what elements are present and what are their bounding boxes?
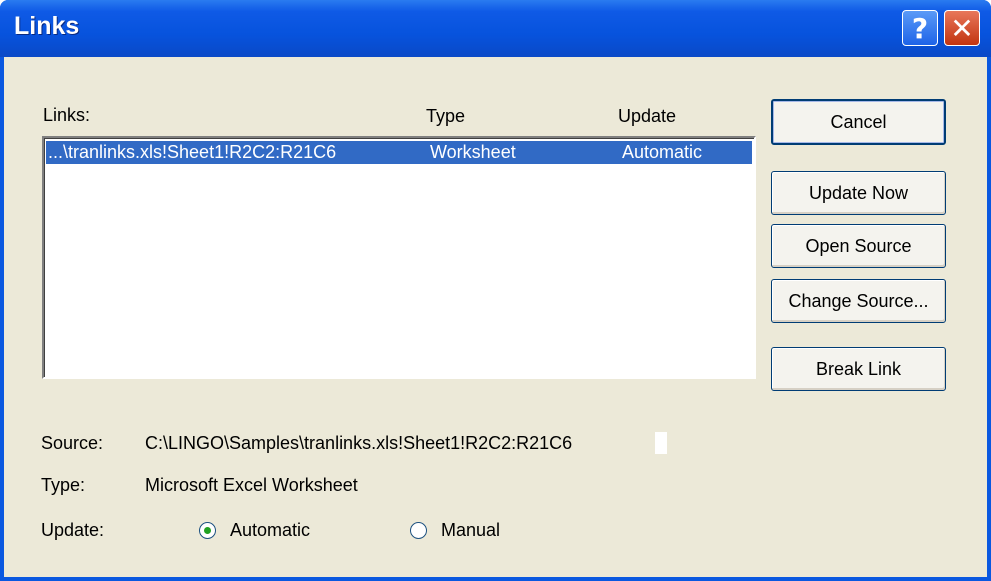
automatic-radio[interactable] xyxy=(199,522,216,539)
link-update-cell: Automatic xyxy=(622,142,703,162)
cancel-button[interactable]: Cancel xyxy=(771,99,946,145)
update-label: Update: xyxy=(41,520,105,540)
radio-checked-dot xyxy=(204,527,211,534)
list-item[interactable]: ...\tranlinks.xls!Sheet1!R2C2:R21C6 Work… xyxy=(46,141,752,164)
manual-radio[interactable] xyxy=(410,522,427,539)
change-source-button[interactable]: Change Source... xyxy=(771,279,946,323)
open-source-button[interactable]: Open Source xyxy=(771,224,946,268)
close-icon[interactable]: ✕ xyxy=(944,10,980,46)
update-column-header: Update xyxy=(618,106,677,126)
type-label: Type: xyxy=(41,475,86,495)
type-column-header: Type xyxy=(426,106,466,126)
source-value: C:\LINGO\Samples\tranlinks.xls!Sheet1!R2… xyxy=(145,433,573,453)
type-value: Microsoft Excel Worksheet xyxy=(145,475,358,495)
manual-radio-label[interactable]: Manual xyxy=(441,520,500,541)
window-title: Links xyxy=(14,12,80,40)
help-icon[interactable]: ? xyxy=(902,10,938,46)
link-name-cell: ...\tranlinks.xls!Sheet1!R2C2:R21C6 xyxy=(48,142,337,162)
links-listbox[interactable]: ...\tranlinks.xls!Sheet1!R2C2:R21C6 Work… xyxy=(42,136,756,379)
link-type-cell: Worksheet xyxy=(430,142,516,162)
source-label: Source: xyxy=(41,433,104,453)
title-bar[interactable]: Links ? ✕ xyxy=(0,0,991,57)
text-cursor xyxy=(655,432,667,454)
links-column-header: Links: xyxy=(43,105,91,125)
automatic-radio-label[interactable]: Automatic xyxy=(230,520,310,541)
update-now-button[interactable]: Update Now xyxy=(771,171,946,215)
break-link-button[interactable]: Break Link xyxy=(771,347,946,391)
links-dialog: Links ? ✕ Links: Type Update ...\tranlin… xyxy=(0,0,991,581)
